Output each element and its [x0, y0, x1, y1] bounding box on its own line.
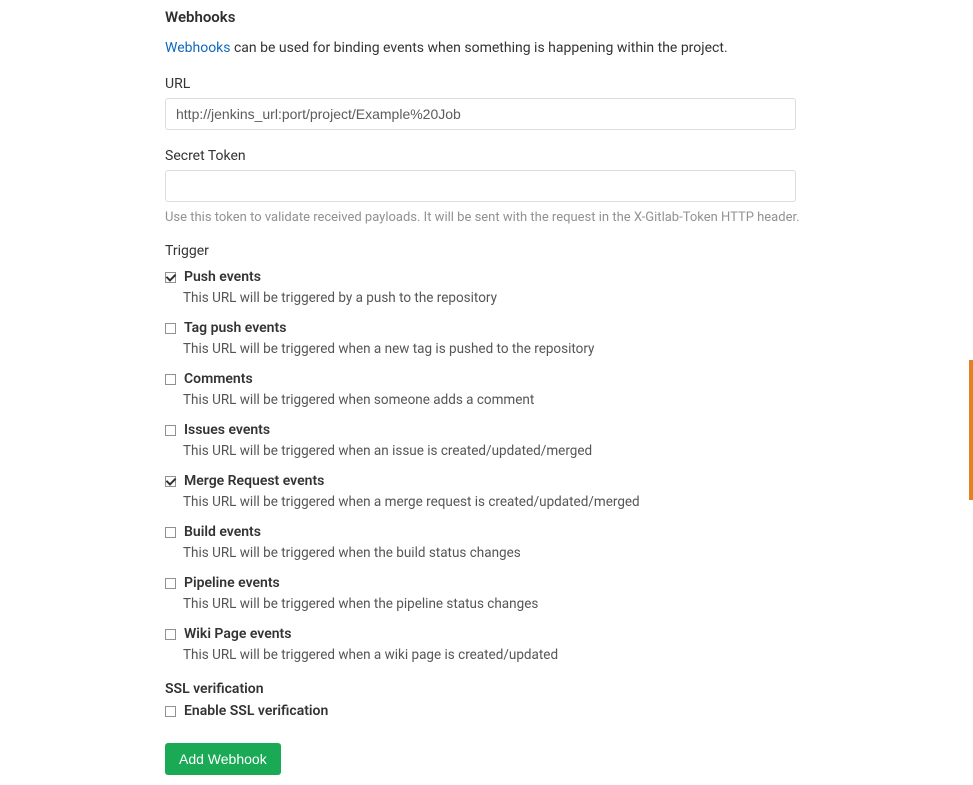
issues-events-label: Issues events — [184, 422, 270, 438]
comments-checkbox[interactable] — [165, 374, 176, 385]
page-title: Webhooks — [165, 8, 800, 26]
tag-push-events-label: Tag push events — [184, 320, 286, 336]
ssl-verification-label: SSL verification — [165, 681, 800, 697]
url-input[interactable] — [165, 98, 796, 130]
push-events-label: Push events — [184, 269, 261, 285]
issues-events-desc: This URL will be triggered when an issue… — [183, 443, 800, 459]
enable-ssl-checkbox[interactable] — [165, 706, 176, 717]
tag-push-events-checkbox[interactable] — [165, 323, 176, 334]
build-events-desc: This URL will be triggered when the buil… — [183, 545, 800, 561]
add-webhook-button[interactable]: Add Webhook — [165, 743, 281, 775]
tag-push-events-desc: This URL will be triggered when a new ta… — [183, 341, 800, 357]
push-events-checkbox[interactable] — [165, 272, 176, 283]
wiki-page-events-desc: This URL will be triggered when a wiki p… — [183, 647, 800, 663]
secret-token-label: Secret Token — [165, 148, 800, 164]
pipeline-events-label: Pipeline events — [184, 575, 280, 591]
comments-label: Comments — [184, 371, 253, 387]
wiki-page-events-checkbox[interactable] — [165, 629, 176, 640]
wiki-page-events-label: Wiki Page events — [184, 626, 291, 642]
url-label: URL — [165, 76, 800, 92]
webhooks-link[interactable]: Webhooks — [165, 40, 231, 56]
trigger-section-label: Trigger — [165, 243, 800, 259]
issues-events-checkbox[interactable] — [165, 425, 176, 436]
merge-request-events-desc: This URL will be triggered when a merge … — [183, 494, 800, 510]
merge-request-events-checkbox[interactable] — [165, 476, 176, 487]
secret-token-input[interactable] — [165, 170, 796, 202]
pipeline-events-desc: This URL will be triggered when the pipe… — [183, 596, 800, 612]
webhooks-description: Webhooks can be used for binding events … — [165, 40, 800, 56]
pipeline-events-checkbox[interactable] — [165, 578, 176, 589]
enable-ssl-label: Enable SSL verification — [184, 703, 328, 719]
merge-request-events-label: Merge Request events — [184, 473, 324, 489]
build-events-label: Build events — [184, 524, 261, 540]
description-text: can be used for binding events when some… — [231, 40, 728, 56]
comments-desc: This URL will be triggered when someone … — [183, 392, 800, 408]
build-events-checkbox[interactable] — [165, 527, 176, 538]
scrollbar-indicator — [969, 360, 973, 500]
secret-token-help: Use this token to validate received payl… — [165, 210, 800, 225]
push-events-desc: This URL will be triggered by a push to … — [183, 290, 800, 306]
